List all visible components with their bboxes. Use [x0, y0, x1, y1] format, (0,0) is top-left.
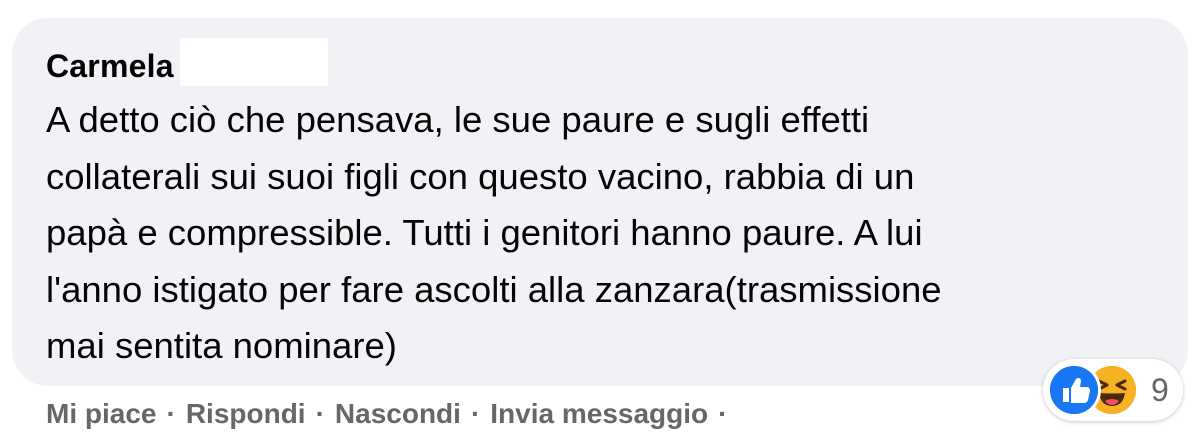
reactions-summary[interactable]: 9 [1043, 359, 1183, 421]
separator-dot: · [315, 398, 325, 429]
comment-text-line: mai sentita nominare) [46, 325, 397, 366]
like-icon [1047, 363, 1101, 417]
separator-dot: · [470, 398, 481, 429]
comment-header: Carmela [46, 38, 328, 88]
separator-dot: · [166, 398, 176, 429]
comment-actions: Mi piace · Rispondi · Nascondi · Invia m… [46, 394, 737, 434]
reaction-count: 9 [1151, 372, 1169, 408]
send-message-button[interactable]: Invia messaggio [490, 398, 708, 430]
hide-button[interactable]: Nascondi [335, 398, 461, 430]
comment-text: A detto ciò che pensava, le sue paure e … [46, 92, 1166, 375]
author-name[interactable]: Carmela [46, 48, 174, 85]
like-button[interactable]: Mi piace [46, 398, 156, 430]
comment-text-line: A detto ciò che pensava, le sue paure e … [46, 99, 870, 140]
comment-text-line: papà e compressible. Tutti i genitori ha… [46, 212, 923, 253]
redacted-surname [179, 38, 328, 86]
comment-text-line: l'anno istigato per fare ascolti alla za… [46, 268, 942, 310]
separator-dot: · [718, 398, 728, 429]
reply-button[interactable]: Rispondi [186, 398, 306, 430]
comment-text-line: collaterali sui suoi figli con questo va… [46, 155, 915, 197]
